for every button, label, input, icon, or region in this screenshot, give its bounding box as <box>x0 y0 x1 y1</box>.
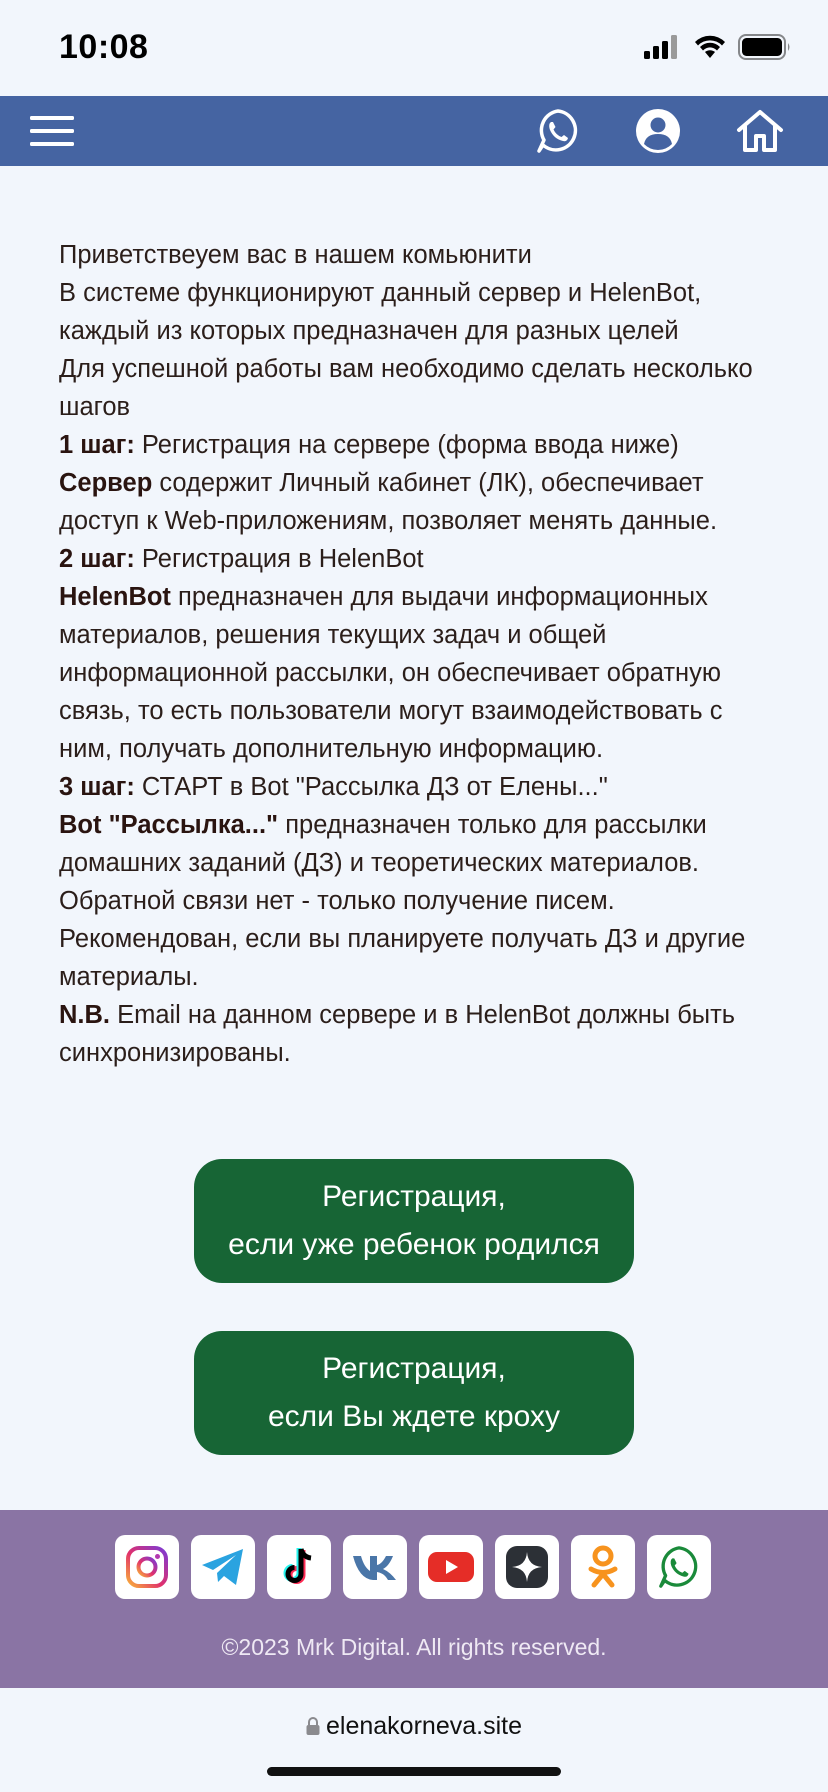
youtube-link[interactable] <box>419 1535 483 1599</box>
step-1-label: 1 шаг: <box>59 431 135 459</box>
home-button[interactable] <box>728 96 792 166</box>
welcome-text: Приветствеуем вас в нашем комьюнити <box>59 241 532 269</box>
battery-icon <box>738 34 790 60</box>
wifi-icon <box>695 35 725 58</box>
cellular-signal-icon <box>644 35 677 59</box>
social-links <box>115 1535 711 1599</box>
register-expecting-line1: Регистрация, <box>322 1352 506 1385</box>
nb-note: N.B. Email на данном сервере и в HelenBo… <box>59 996 779 1072</box>
url-display: elenakorneva.site <box>0 1712 828 1741</box>
home-indicator <box>267 1767 561 1776</box>
footer: ©2023 Mrk Digital. All rights reserved. <box>0 1510 828 1688</box>
status-time: 10:08 <box>59 28 149 66</box>
dzen-link[interactable] <box>495 1535 559 1599</box>
instagram-link[interactable] <box>115 1535 179 1599</box>
helenbot-description: HelenBot предназначен для выдачи информа… <box>59 578 779 768</box>
step-3: 3 шаг: СТАРТ в Bot "Рассылка ДЗ от Елены… <box>59 768 779 806</box>
whatsapp-icon <box>537 109 578 153</box>
whatsapp-icon <box>659 1546 698 1588</box>
user-account-button[interactable] <box>628 96 688 166</box>
helenbot-label: HelenBot <box>59 583 171 611</box>
step-2: 2 шаг: Регистрация в HelenBot <box>59 540 779 578</box>
step-1-text: Регистрация на сервере (форма ввода ниже… <box>134 431 679 459</box>
server-label: Сервер <box>59 469 153 497</box>
step-3-label: 3 шаг: <box>59 773 135 801</box>
intro-text-block: Приветствеуем вас в нашем комьюнити В си… <box>59 236 779 1072</box>
steps-intro: Для успешной работы вам необходимо сдела… <box>59 355 753 421</box>
odnoklassniki-link[interactable] <box>571 1535 635 1599</box>
telegram-icon <box>202 1549 243 1585</box>
step-2-label: 2 шаг: <box>59 545 135 573</box>
register-born-line2: если уже ребенок родился <box>228 1228 600 1261</box>
step-1: 1 шаг: Регистрация на сервере (форма вво… <box>59 426 779 464</box>
register-born-line1: Регистрация, <box>322 1180 506 1213</box>
whatsapp-link[interactable] <box>647 1535 711 1599</box>
bot-description: Bot "Рассылка..." предназначен только дл… <box>59 806 779 996</box>
odnoklassniki-icon <box>588 1545 618 1588</box>
telegram-link[interactable] <box>191 1535 255 1599</box>
system-description: В системе функционируют данный сервер и … <box>59 279 702 345</box>
copyright-text: ©2023 Mrk Digital. All rights reserved. <box>221 1634 607 1660</box>
nb-text: Email на данном сервере и в HelenBot дол… <box>59 1001 736 1067</box>
step-3-text: СТАРТ в Bot "Рассылка ДЗ от Елены..." <box>134 773 608 801</box>
user-account-icon <box>636 109 680 153</box>
nb-label: N.B. <box>59 1001 110 1029</box>
hamburger-menu-icon <box>30 116 74 146</box>
url-text: elenakorneva.site <box>326 1712 522 1740</box>
menu-button[interactable] <box>20 96 84 166</box>
vk-link[interactable] <box>343 1535 407 1599</box>
dzen-icon <box>506 1546 548 1588</box>
tiktok-icon <box>283 1548 312 1584</box>
server-description: Сервер содержит Личный кабинет (ЛК), обе… <box>59 464 779 540</box>
whatsapp-button[interactable] <box>528 96 588 166</box>
browser-url-bar[interactable]: elenakorneva.site <box>0 1688 828 1792</box>
register-expecting-line2: если Вы ждете кроху <box>267 1400 561 1433</box>
status-icons <box>644 34 792 60</box>
top-navbar <box>0 96 828 166</box>
youtube-icon <box>428 1552 474 1582</box>
register-expecting-button[interactable]: Регистрация, если Вы ждете кроху <box>194 1331 634 1455</box>
register-born-button[interactable]: Регистрация, если уже ребенок родился <box>194 1159 634 1283</box>
server-text: содержит Личный кабинет (ЛК), обеспечива… <box>59 469 718 535</box>
status-bar: 10:08 <box>0 0 828 96</box>
step-2-text: Регистрация в HelenBot <box>134 545 424 573</box>
instagram-icon <box>126 1546 168 1588</box>
tiktok-link[interactable] <box>267 1535 331 1599</box>
home-icon <box>737 110 783 152</box>
bot-label: Bot "Рассылка..." <box>59 811 279 839</box>
vk-icon <box>353 1556 396 1580</box>
lock-icon <box>306 1717 320 1735</box>
